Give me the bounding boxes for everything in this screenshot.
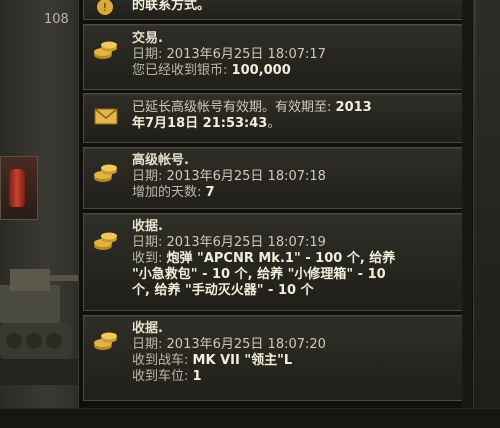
body-value: 7 (205, 185, 215, 200)
date-value: 2013年6月25日 18:07:19 (166, 235, 326, 250)
silver-coins-icon (94, 164, 117, 182)
silver-coins-icon (94, 332, 117, 350)
body-value: 100,000 (231, 63, 291, 78)
body-label: 您已经收到银币: (132, 63, 228, 78)
date-value: 2013年6月25日 18:07:18 (166, 169, 326, 184)
date-value: 2013年6月25日 18:07:17 (166, 47, 326, 62)
notification-title: 交易. (132, 31, 163, 46)
scrollbar[interactable] (462, 0, 472, 408)
date-label: 日期: (132, 337, 163, 352)
body-label-2: 收到车位: (132, 369, 189, 384)
silver-coins-icon (94, 41, 117, 59)
body-label: 收到: (132, 251, 163, 266)
date-value: 2013年6月25日 18:07:20 (166, 337, 326, 352)
notification-card[interactable]: 收据. 日期: 2013年6月25日 18:07:20 收到战车: MK VII… (83, 315, 469, 401)
warning-icon: ! (97, 0, 113, 15)
fire-extinguisher-icon (9, 169, 25, 207)
text-value-2: 年7月18日 21:53:43 (132, 116, 268, 131)
notification-card[interactable]: 交易. 日期: 2013年6月25日 18:07:17 您已经收到银币: 100… (83, 24, 469, 90)
consumable-slot[interactable] (0, 156, 38, 220)
body-value-2: 1 (192, 369, 202, 384)
text-value-1: 2013 (335, 100, 372, 115)
body-value-cont: 个, 给养 "手动灭火器" - 10 个 (132, 283, 314, 298)
notification-title: 高级帐号. (132, 153, 189, 168)
svg-text:!: ! (103, 1, 107, 14)
envelope-icon (94, 108, 118, 125)
body-value-cont: "小急救包" - 10 个, 给养 "小修理箱" - 10 (132, 267, 386, 282)
date-label: 日期: (132, 235, 163, 250)
date-label: 日期: (132, 169, 163, 184)
body-label: 收到战车: (132, 353, 189, 368)
garage-right-area (476, 0, 500, 427)
bottom-bar (0, 408, 500, 428)
notification-panel: ! 的联系方式。 交易. 日期: 2013年6月25日 18:07:17 您已经… (78, 0, 474, 408)
text-suffix: 。 (267, 116, 281, 131)
notification-card[interactable]: 高级帐号. 日期: 2013年6月25日 18:07:18 增加的天数: 7 (83, 147, 469, 209)
notification-card[interactable]: 收据. 日期: 2013年6月25日 18:07:19 收到: 炮弹 "APCN… (83, 213, 469, 311)
garage-counter: 108 (44, 12, 69, 27)
notification-card[interactable]: ! 的联系方式。 (83, 0, 469, 20)
body-value: MK VII "领主"L (192, 353, 293, 368)
notification-title: 收据. (132, 321, 163, 336)
text-prefix: 已延长高级帐号有效期。有效期至: (132, 100, 332, 115)
body-value: 炮弹 "APCNR Mk.1" - 100 个, 给养 (166, 251, 396, 266)
notification-title: 收据. (132, 219, 163, 234)
notification-text: 的联系方式。 (132, 0, 211, 13)
tank-icon[interactable] (0, 255, 78, 385)
body-label: 增加的天数: (132, 185, 202, 200)
silver-coins-icon (94, 232, 117, 250)
date-label: 日期: (132, 47, 163, 62)
notification-card[interactable]: 已延长高级帐号有效期。有效期至: 2013 年7月18日 21:53:43。 (83, 93, 469, 143)
